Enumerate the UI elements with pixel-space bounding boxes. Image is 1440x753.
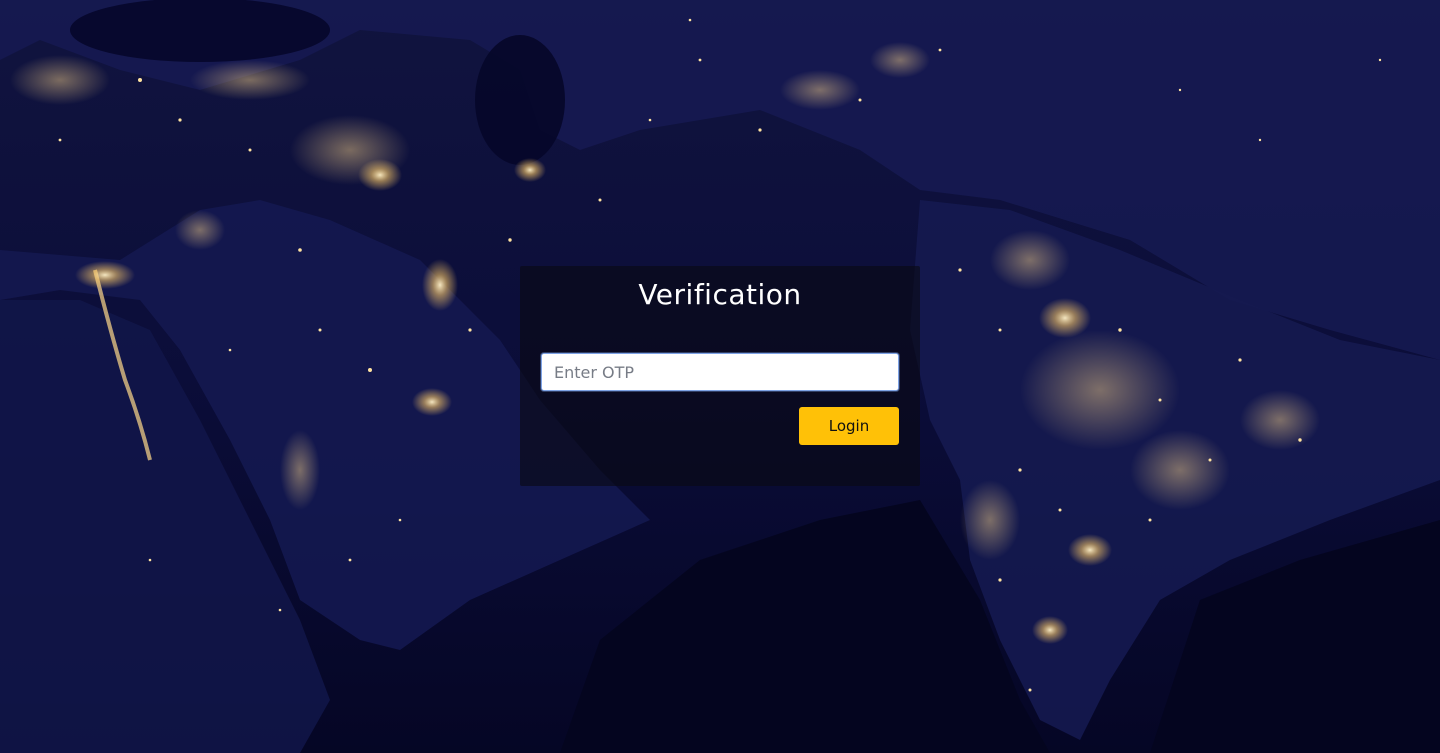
otp-input[interactable] xyxy=(541,353,899,391)
page-title: Verification xyxy=(638,278,802,311)
verification-panel: Verification Login xyxy=(520,266,920,486)
login-button[interactable]: Login xyxy=(799,407,899,445)
